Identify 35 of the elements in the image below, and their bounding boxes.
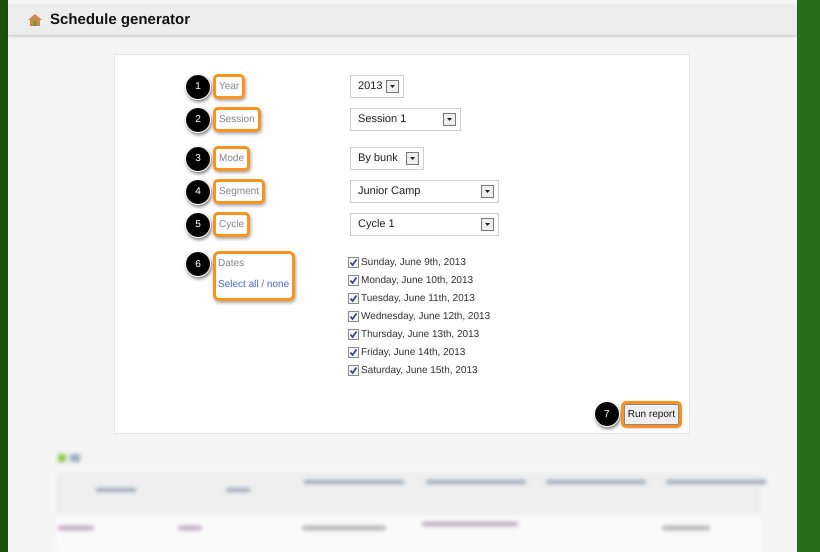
- callout-badge: 4: [185, 178, 211, 204]
- page-title: Schedule generator: [50, 10, 190, 30]
- house-icon: [28, 14, 42, 26]
- checkbox[interactable]: [348, 292, 359, 304]
- date-label: Saturday, June 15th, 2013: [361, 364, 478, 378]
- dropdown-select[interactable]: Junior Camp: [350, 180, 499, 203]
- callout-badge: 1: [185, 74, 211, 100]
- checkbox[interactable]: [348, 256, 359, 268]
- date-label: Sunday, June 9th, 2013: [361, 256, 466, 270]
- select-all-none-link[interactable]: Select all / none: [218, 277, 290, 292]
- field-label: Mode: [213, 146, 250, 171]
- date-label: Friday, June 14th, 2013: [361, 346, 466, 360]
- callout-badge: 5: [185, 212, 211, 238]
- date-label: Wednesday, June 12th, 2013: [361, 310, 490, 324]
- callout-badge: 6: [185, 251, 211, 277]
- checkbox[interactable]: [348, 346, 359, 358]
- checkbox[interactable]: [348, 328, 359, 340]
- dropdown-select[interactable]: Cycle 1: [350, 213, 499, 236]
- dropdown-select[interactable]: By bunk: [350, 147, 424, 170]
- date-label: Tuesday, June 11th, 2013: [361, 292, 475, 306]
- date-label: Monday, June 10th, 2013: [361, 274, 474, 288]
- field-label: Cycle: [213, 212, 250, 237]
- checkbox[interactable]: [348, 364, 359, 376]
- field-label: Year: [213, 74, 246, 99]
- checkbox[interactable]: [348, 274, 359, 286]
- checkbox[interactable]: [348, 310, 359, 322]
- field-label: Dates: [218, 257, 244, 271]
- dropdown-select[interactable]: Session 1: [350, 108, 461, 131]
- field-label: Session: [213, 107, 261, 132]
- dropdown-select[interactable]: 2013: [350, 75, 404, 98]
- callout-badge: 3: [185, 146, 211, 172]
- callout-badge: 2: [185, 106, 211, 132]
- date-label: Thursday, June 13th, 2013: [361, 328, 480, 342]
- callout-badge: 7: [594, 401, 620, 427]
- field-label: Segment: [213, 179, 266, 204]
